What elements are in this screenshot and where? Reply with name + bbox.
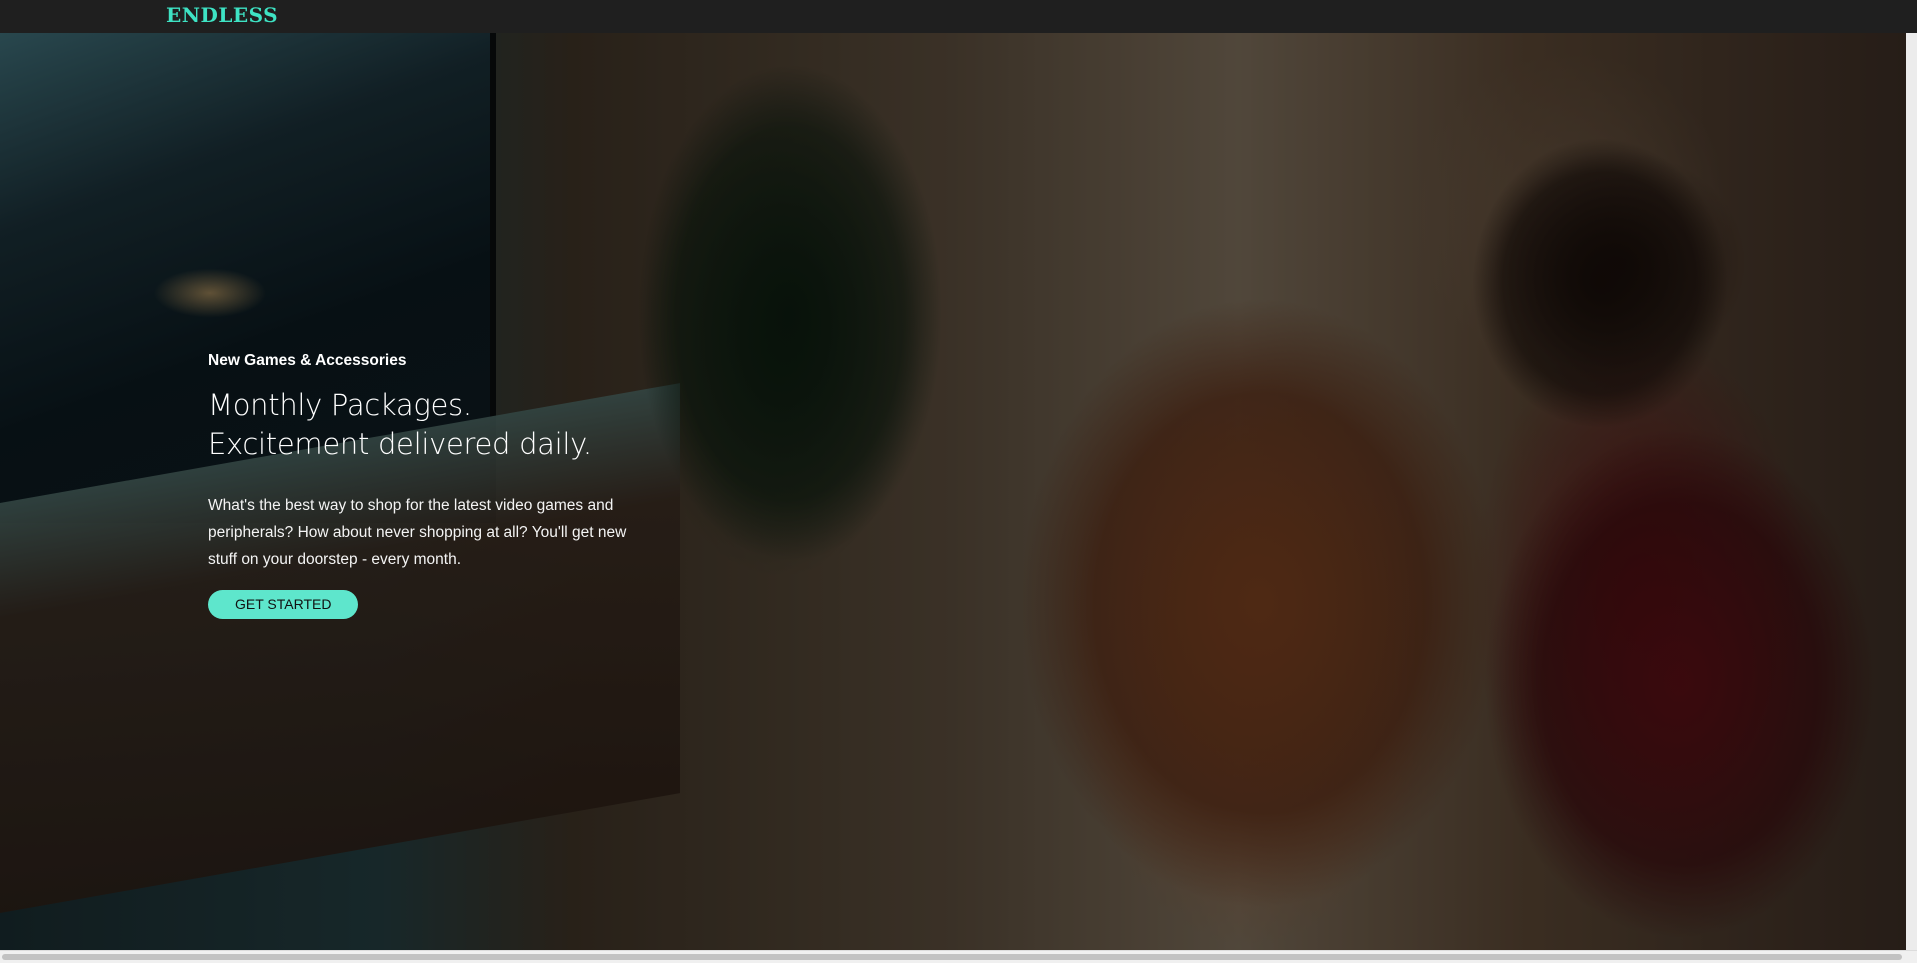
hero-description: What's the best way to shop for the late… bbox=[208, 497, 627, 568]
brand-logo[interactable]: ENDLESS bbox=[166, 3, 278, 27]
hero-eyebrow: New Games & Accessories bbox=[208, 352, 407, 369]
horizontal-scrollbar[interactable] bbox=[0, 950, 1917, 963]
hero-headline: Monthly Packages. Excitement delivered d… bbox=[208, 386, 648, 464]
hero-headline-line-1: Monthly Packages. bbox=[208, 388, 472, 422]
scrollbar-thumb[interactable] bbox=[2, 954, 1902, 960]
hero-content: New Games & Accessories Monthly Packages… bbox=[208, 352, 648, 619]
hero-headline-line-2: Excitement delivered daily. bbox=[208, 427, 592, 461]
top-navbar: ENDLESS bbox=[0, 0, 1917, 33]
get-started-button[interactable]: GET STARTED bbox=[208, 590, 359, 619]
